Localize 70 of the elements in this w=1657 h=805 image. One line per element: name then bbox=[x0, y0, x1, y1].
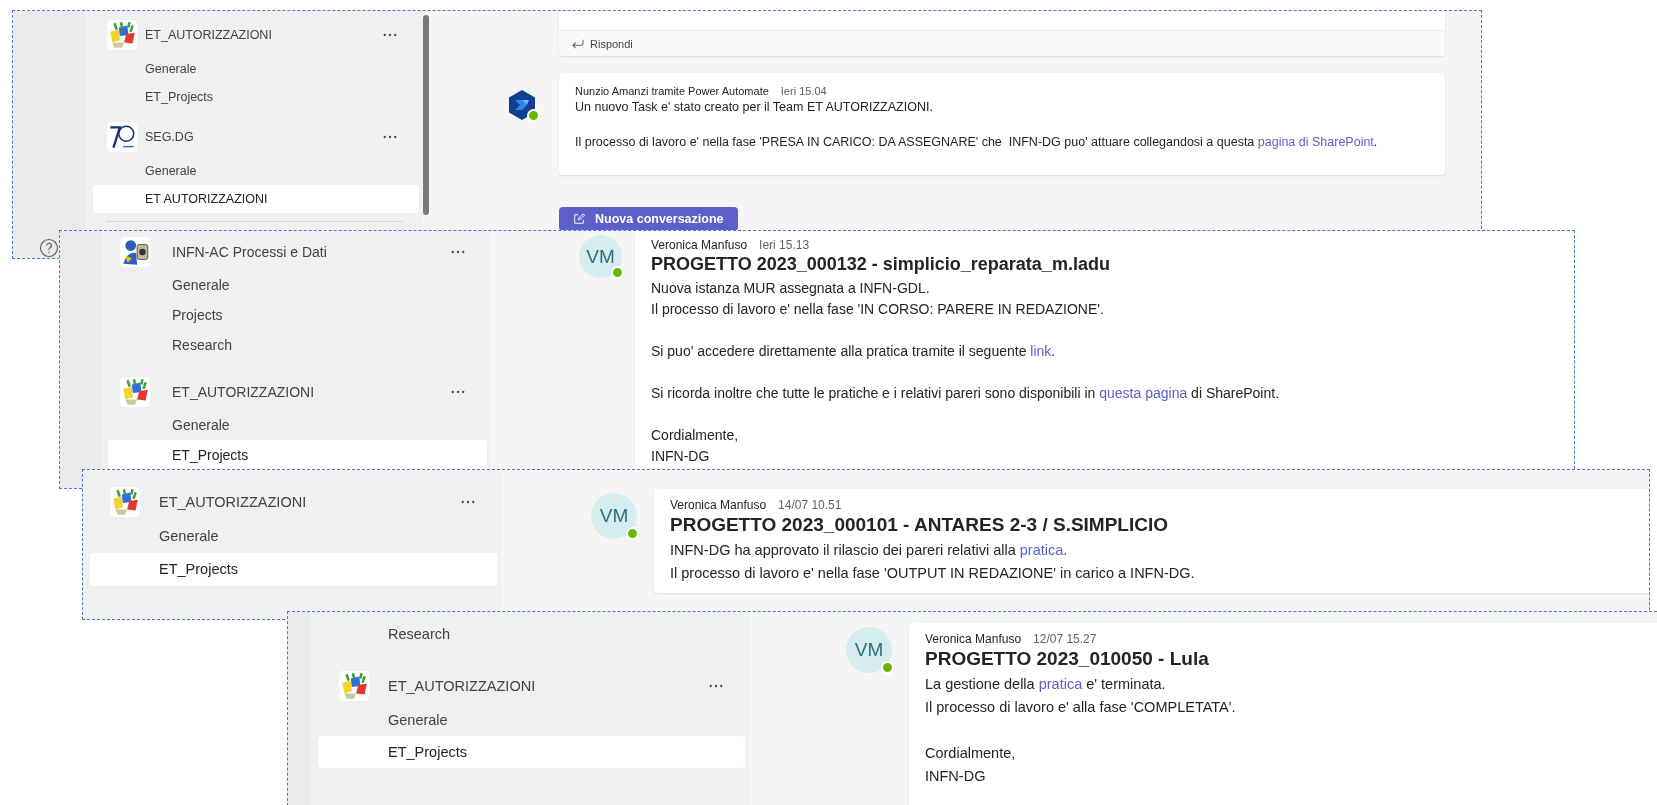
message-text: INFN-DG ha approvato il rilascio dei pareri relativi alla pratica. bbox=[670, 541, 1069, 560]
message-title: PROGETTO 2023_010050 - Lula bbox=[925, 648, 1210, 670]
author-name: Veronica Manfuso bbox=[925, 632, 1022, 646]
puzzle-logo-icon bbox=[338, 670, 370, 702]
link[interactable]: questa pagina bbox=[1099, 385, 1188, 401]
channel-item[interactable]: ET_Projects bbox=[318, 736, 745, 768]
compose-icon bbox=[573, 213, 585, 225]
channel-item[interactable]: Research bbox=[108, 330, 487, 360]
help-icon[interactable] bbox=[39, 238, 59, 258]
channel-item[interactable]: Projects bbox=[108, 300, 487, 330]
message-text: Il processo di lavoro e' nella fase 'OUTPUT IN REDAZIONE' in carico a INFN-DG. bbox=[670, 564, 1196, 583]
cartoon-logo-icon bbox=[119, 236, 151, 268]
message-text: Un nuovo Task e' stato creato per il Team ET AUTORIZZAZIONI. bbox=[575, 99, 934, 116]
team-name[interactable]: INFN-AC Processi e Dati bbox=[172, 244, 451, 260]
author-name: Veronica Manfuso bbox=[651, 238, 748, 252]
more-options-icon[interactable] bbox=[383, 33, 397, 37]
message-time: 12/07 15.27 bbox=[1033, 632, 1097, 646]
puzzle-logo-icon bbox=[119, 376, 151, 408]
team-name[interactable]: ET_AUTORIZZAZIONI bbox=[388, 678, 709, 694]
puzzle-logo-icon bbox=[109, 486, 141, 518]
team-name[interactable]: ET_AUTORIZZAZIONI bbox=[145, 28, 383, 42]
channel-item[interactable]: Generale bbox=[318, 704, 745, 736]
message-text: Cordialmente, bbox=[651, 426, 740, 445]
message-text: Il processo di lavoro e' nella fase 'PRESA IN CARICO: DA ASSEGNARE' che INFN-DG puo' attuare collegandosi a questa pagina di SharePoint. bbox=[575, 134, 1379, 151]
message-title: PROGETTO 2023_000132 - simplicio_reparata_m.ladu bbox=[651, 254, 1111, 275]
channel-item[interactable]: ET_Projects bbox=[90, 553, 497, 586]
channel-item[interactable]: ET_Projects bbox=[108, 440, 487, 470]
message-text: Il processo di lavoro e' alla fase 'COMPLETATA'. bbox=[925, 698, 1237, 717]
more-options-icon[interactable] bbox=[451, 390, 465, 394]
team-name[interactable]: ET_AUTORIZZAZIONI bbox=[172, 384, 451, 400]
scrollbar[interactable] bbox=[423, 15, 429, 215]
reply-arrow-icon bbox=[571, 38, 584, 49]
avatar: VM bbox=[591, 493, 637, 539]
puzzle-logo-icon bbox=[106, 19, 138, 51]
channel-item[interactable]: Generale bbox=[93, 55, 419, 83]
link[interactable]: pagina di SharePoint bbox=[1257, 135, 1374, 149]
more-options-icon[interactable] bbox=[383, 135, 397, 139]
channel-item[interactable]: Generale bbox=[90, 520, 497, 553]
more-options-icon[interactable] bbox=[461, 500, 475, 504]
message-title: PROGETTO 2023_000101 - ANTARES 2-3 / S.SIMPLICIO bbox=[670, 514, 1170, 536]
message-text: Cordialmente, bbox=[925, 744, 1017, 763]
message-text: Si puo' accedere direttamente alla pratica tramite il seguente link. bbox=[651, 342, 1057, 361]
avatar: VM bbox=[846, 627, 892, 673]
message-time: Ieri 15.04 bbox=[780, 85, 827, 97]
message-text: Il processo di lavoro e' nella fase 'IN CORSO: PARERE IN REDAZIONE'. bbox=[651, 300, 1105, 319]
link[interactable]: pratica bbox=[1038, 676, 1083, 692]
more-options-icon[interactable] bbox=[451, 250, 465, 254]
channel-item[interactable]: Generale bbox=[108, 270, 487, 300]
team-name[interactable]: ET_AUTORIZZAZIONI bbox=[159, 494, 461, 510]
channel-item[interactable]: ET_Projects bbox=[93, 83, 419, 111]
more-options-icon[interactable] bbox=[709, 684, 723, 688]
message-text: Nuova istanza MUR assegnata a INFN-GDL. bbox=[651, 279, 931, 298]
message-text: La gestione della pratica e' terminata. bbox=[925, 675, 1167, 694]
channel-item[interactable]: Research bbox=[318, 618, 745, 650]
new-conversation-button[interactable]: Nuova conversazione bbox=[559, 207, 738, 231]
message-text: INFN-DG bbox=[651, 447, 711, 466]
anniversary-logo-icon bbox=[106, 121, 138, 153]
channel-item[interactable]: Generale bbox=[93, 157, 419, 185]
message-time: Ieri 15.13 bbox=[759, 238, 810, 252]
channel-item[interactable]: Generale bbox=[108, 410, 487, 440]
author-name: Veronica Manfuso bbox=[670, 498, 767, 512]
author-name: Nunzio Amanzi tramite Power Automate bbox=[575, 85, 769, 97]
reply-button[interactable]: Rispondi bbox=[559, 31, 1445, 56]
hexagon-logo-icon bbox=[506, 89, 538, 121]
message-text: INFN-DG bbox=[925, 767, 987, 786]
team-name[interactable]: SEG.DG bbox=[145, 130, 383, 144]
message-time: 14/07 10.51 bbox=[778, 498, 842, 512]
message-text: Si ricorda inoltre che tutte le pratiche e i relativi pareri sono disponibili in questa pagina di SharePoint. bbox=[651, 384, 1281, 403]
avatar: VM bbox=[579, 235, 622, 278]
channel-item[interactable]: ET AUTORIZZAZIONI bbox=[93, 185, 419, 213]
